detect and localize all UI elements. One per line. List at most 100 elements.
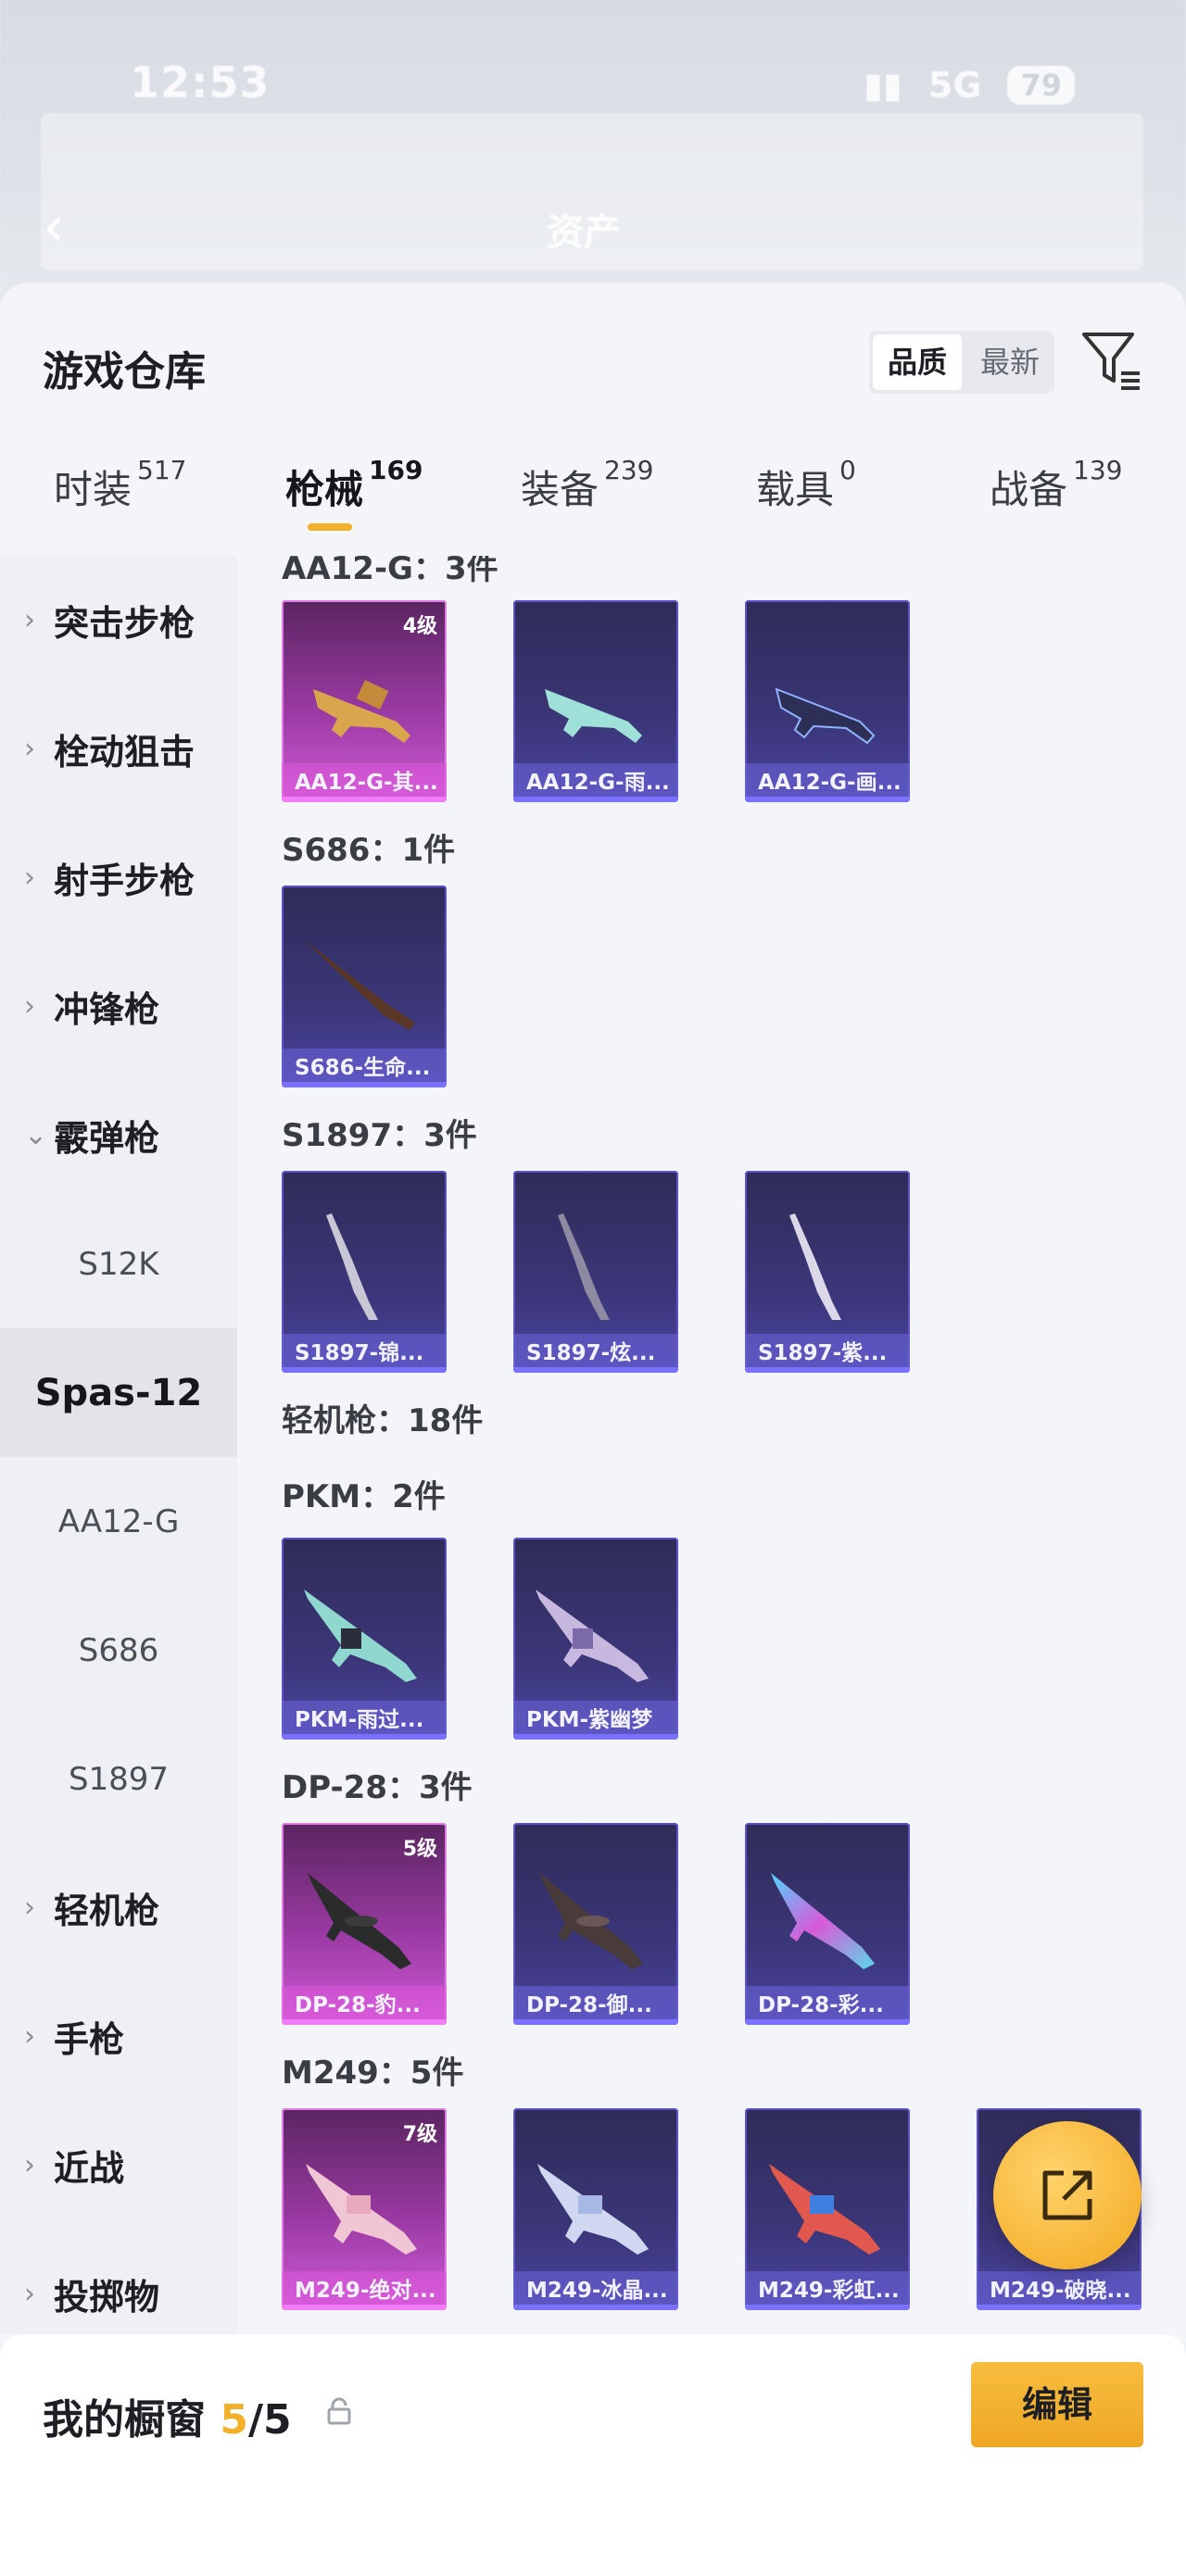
sidebar-sub-s1897[interactable]: S1897 xyxy=(0,1715,237,1843)
item-card[interactable]: M249-彩虹... xyxy=(745,2108,910,2310)
chevron-right-icon: › xyxy=(24,733,35,765)
chevron-right-icon: › xyxy=(24,2149,35,2181)
background-title: 资产 xyxy=(547,211,621,254)
sidebar-item-label: 霰弹枪 xyxy=(54,1118,160,1159)
tab-count: 139 xyxy=(1073,455,1123,485)
item-card[interactable]: S1897-紫... xyxy=(745,1171,910,1373)
back-icon[interactable]: ‹ xyxy=(43,195,65,259)
weapon-image xyxy=(306,941,415,1030)
tab-vehicles[interactable]: 载具 0 xyxy=(756,455,856,515)
group-label: S1897：3件 xyxy=(282,1117,477,1154)
item-card[interactable]: 5级 DP-28-豹... xyxy=(282,1823,447,2025)
chevron-right-icon: › xyxy=(24,990,35,1023)
lock-icon xyxy=(327,2397,351,2425)
chevron-right-icon: › xyxy=(24,604,35,636)
sidebar-item-melee[interactable]: › 近战 xyxy=(0,2101,237,2230)
item-card[interactable]: 7级 M249-绝对... xyxy=(282,2108,447,2310)
group-label: DP-28：3件 xyxy=(282,1769,473,1806)
item-card[interactable]: M249-冰晶... xyxy=(513,2108,678,2310)
sidebar-item-label: 近战 xyxy=(54,2148,125,2189)
weapon-image xyxy=(306,2164,417,2255)
weapon-image xyxy=(769,2164,880,2255)
sidebar-item-lmgs[interactable]: › 轻机枪 xyxy=(0,1843,237,1972)
sidebar-sub-s686[interactable]: S686 xyxy=(0,1586,237,1715)
item-card[interactable]: DP-28-彩... xyxy=(745,1823,910,2025)
item-card[interactable]: PKM-紫幽梦 xyxy=(513,1538,678,1740)
weapon-image xyxy=(545,689,642,743)
weapon-image xyxy=(304,1590,417,1682)
item-card[interactable]: S1897-锦... xyxy=(282,1171,447,1373)
item-card[interactable]: S686-生命... xyxy=(282,886,447,1087)
item-name: M249-彩虹... xyxy=(745,2271,910,2310)
sort-newest-option[interactable]: 最新 xyxy=(965,331,1054,394)
weapon-image xyxy=(775,687,876,745)
tab-count: 517 xyxy=(137,455,187,485)
sidebar-item-assault-rifles[interactable]: › 突击步枪 xyxy=(0,556,237,685)
share-button[interactable] xyxy=(993,2121,1142,2269)
panel-title: 游戏仓库 xyxy=(43,348,206,396)
item-card[interactable]: AA12-G-画... xyxy=(745,600,910,802)
item-name: DP-28-彩... xyxy=(745,1986,910,2025)
tab-equipment[interactable]: 装备 239 xyxy=(521,455,653,515)
item-name: PKM-雨过... xyxy=(282,1701,447,1740)
tab-fashion[interactable]: 时装 517 xyxy=(54,455,186,515)
edit-button[interactable]: 编辑 xyxy=(971,2362,1143,2447)
weapon-image xyxy=(539,1873,643,1969)
weapon-image xyxy=(313,680,410,743)
chevron-down-icon: ⌄ xyxy=(24,1119,48,1151)
sidebar-sub-s12k[interactable]: S12K xyxy=(0,1200,237,1328)
item-name: S1897-紫... xyxy=(745,1334,910,1373)
sidebar-item-label: 栓动狙击 xyxy=(54,732,196,773)
showcase-label: 我的橱窗 5/5 xyxy=(43,2386,292,2445)
sidebar-item-pistols[interactable]: › 手枪 xyxy=(0,1972,237,2101)
item-card[interactable]: S1897-炫... xyxy=(513,1171,678,1373)
active-tab-indicator xyxy=(308,523,352,531)
item-name: AA12-G-画... xyxy=(745,763,910,802)
item-name: AA12-G-雨... xyxy=(513,763,678,802)
group-label: M249：5件 xyxy=(282,2055,464,2092)
sidebar-item-bolt-snipers[interactable]: › 栓动狙击 xyxy=(0,685,237,813)
item-grid: AA12-G：3件 4级 AA12-G-其... AA12-G-雨... AA1… xyxy=(237,556,1186,2334)
sidebar-item-marksman-rifles[interactable]: › 射手步枪 xyxy=(0,813,237,942)
sidebar-sub-spas12[interactable]: Spas-12 xyxy=(0,1328,237,1457)
sidebar-sub-aa12g[interactable]: AA12-G xyxy=(0,1457,237,1586)
category-tabs: 时装 517 枪械 169 装备 239 载具 0 战备 139 xyxy=(0,455,1186,551)
battery-badge: 79 xyxy=(1007,66,1075,105)
item-name: M249-冰晶... xyxy=(513,2271,678,2310)
sidebar-item-smgs[interactable]: › 冲锋枪 xyxy=(0,942,237,1071)
tab-label: 载具 xyxy=(756,467,835,512)
showcase-bar: 我的橱窗 5/5 编辑 xyxy=(0,2334,1186,2576)
chevron-right-icon: › xyxy=(24,1891,35,1924)
item-card[interactable]: DP-28-御... xyxy=(513,1823,678,2025)
tab-firearms[interactable]: 枪械 169 xyxy=(285,455,423,515)
weapon-image xyxy=(536,1590,649,1682)
tab-supplies[interactable]: 战备 139 xyxy=(990,455,1122,515)
status-indicators: ▮▮ 5G 79 xyxy=(864,65,1075,106)
network-label: 5G xyxy=(927,65,982,106)
sidebar-item-shotguns[interactable]: ⌄ 霰弹枪 xyxy=(0,1071,237,1200)
item-card[interactable]: 4级 AA12-G-其... xyxy=(282,600,447,802)
item-card[interactable]: PKM-雨过... xyxy=(282,1538,447,1740)
item-name: AA12-G-其... xyxy=(282,763,447,802)
sort-quality-option[interactable]: 品质 xyxy=(873,334,963,390)
item-card[interactable]: AA12-G-雨... xyxy=(513,600,678,802)
weapon-image xyxy=(558,1213,610,1320)
sidebar-item-label: 射手步枪 xyxy=(54,861,196,901)
sidebar-item-label: 冲锋枪 xyxy=(54,989,160,1030)
showcase-title: 我的橱窗 xyxy=(43,2396,206,2444)
sidebar-item-label: 手枪 xyxy=(54,2019,125,2060)
sidebar-item-label: 轻机枪 xyxy=(54,1891,160,1931)
chevron-right-icon: › xyxy=(24,861,35,894)
weapon-image xyxy=(537,2164,649,2255)
share-icon xyxy=(1042,2170,1092,2220)
filter-icon[interactable] xyxy=(1079,327,1143,392)
status-time: 12:53 xyxy=(130,57,271,107)
weapon-image xyxy=(326,1213,378,1320)
item-name: S1897-锦... xyxy=(282,1334,447,1373)
sidebar-item-label: 投掷物 xyxy=(54,2277,160,2318)
item-name: M249-破晓... xyxy=(977,2271,1142,2310)
tab-count: 0 xyxy=(839,455,856,485)
sort-toggle: 品质 最新 xyxy=(869,331,1055,394)
section-label: 轻机枪：18件 xyxy=(282,1402,484,1439)
item-name: M249-绝对... xyxy=(282,2271,447,2310)
